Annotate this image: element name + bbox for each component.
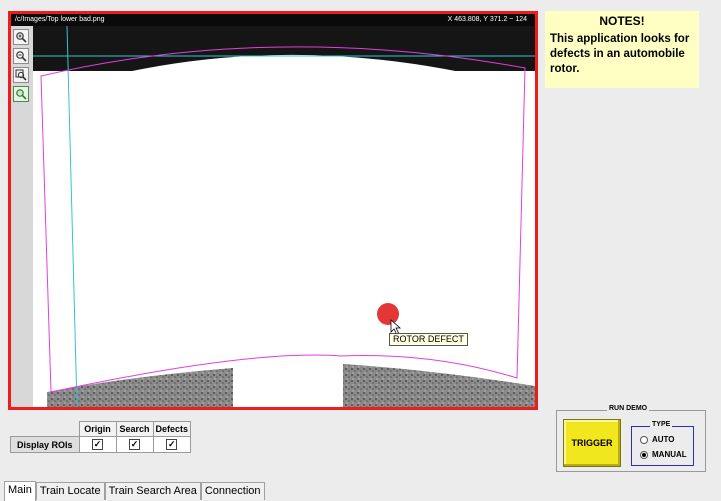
search-column-header: Search [115,421,154,437]
viewer-toolbar [11,26,34,407]
origin-checkbox[interactable]: ✓ [92,439,104,451]
cursor-coordinates: X 463.808, Y 371.2 ~ 124 [447,16,527,23]
defect-tooltip: ROTOR DEFECT [389,333,468,346]
display-rois-button[interactable]: Display ROIs [10,436,80,453]
manual-radio[interactable]: MANUAL [640,450,687,459]
run-demo-title: RUN DEMO [607,405,650,412]
tab-main[interactable]: Main [4,481,36,501]
file-path: /c/Images/Top lower bad.png [15,16,105,23]
tab-train-locate[interactable]: Train Locate [35,482,105,500]
viewer-header: /c/Images/Top lower bad.png X 463.808, Y… [11,14,535,26]
auto-radio-circle[interactable] [640,435,648,444]
trigger-label: TRIGGER [571,438,613,448]
tab-connection[interactable]: Connection [200,482,265,500]
manual-radio-circle[interactable] [640,450,648,459]
defects-column-header: Defects [152,421,192,437]
manual-radio-label: MANUAL [652,450,687,459]
auto-radio-label: AUTO [652,435,675,444]
zoom-fit-icon[interactable] [13,67,29,83]
zoom-out-icon[interactable] [13,48,29,64]
run-demo-group: RUN DEMO TRIGGER TYPE AUTO MANUAL [556,405,706,472]
display-rois-table: Origin Search Defects Display ROIs ✓ ✓ ✓ [10,421,192,453]
zoom-in-icon[interactable] [13,29,29,45]
trigger-button[interactable]: TRIGGER [563,419,621,467]
tab-train-search-area[interactable]: Train Search Area [104,482,201,500]
type-title: TYPE [650,421,673,428]
tab-bar: Main Train Locate Train Search Area Conn… [4,481,265,501]
type-group: TYPE AUTO MANUAL [631,421,694,466]
notes-text: This application looks for defects in an… [550,33,690,75]
inspection-image[interactable] [33,26,535,407]
defects-checkbox[interactable]: ✓ [166,439,178,451]
image-viewer[interactable]: /c/Images/Top lower bad.png X 463.808, Y… [8,11,538,410]
search-checkbox[interactable]: ✓ [129,439,141,451]
origin-column-header: Origin [78,421,117,437]
pan-icon[interactable] [13,86,29,102]
notes-title: NOTES! [599,14,645,28]
notes-panel: NOTES! This application looks for defect… [545,11,699,88]
auto-radio[interactable]: AUTO [640,435,675,444]
